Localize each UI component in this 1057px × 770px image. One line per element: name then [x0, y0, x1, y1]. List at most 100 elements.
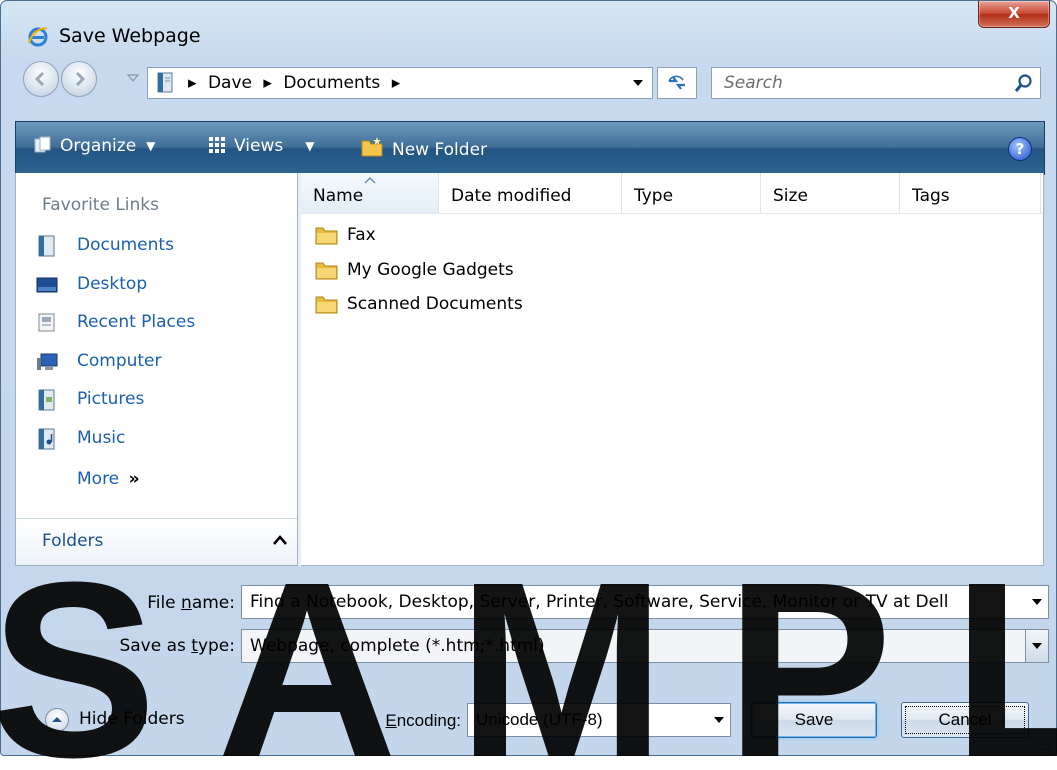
organize-chevron-down-icon: ▼	[146, 139, 156, 153]
chevron-down-icon	[1032, 643, 1042, 649]
computer-icon	[37, 353, 58, 370]
favorite-links-heading: Favorite Links	[42, 195, 160, 215]
favorite-link-pictures[interactable]: Pictures	[16, 385, 286, 424]
new-folder-icon	[361, 137, 383, 157]
file-list-pane: Name Date modified Type Size Tags Fax My…	[301, 173, 1044, 566]
label-text: File	[147, 593, 182, 613]
save-webpage-dialog: Save Webpage X ▸ Dave ▸ Documents ▸ Sear…	[0, 0, 1057, 756]
refresh-icon	[668, 75, 685, 90]
column-header-row: Name Date modified Type Size Tags	[301, 173, 1043, 214]
breadcrumb-separator-icon[interactable]: ▸	[263, 73, 272, 93]
folder-icon	[315, 227, 338, 245]
favorite-link-recent-places[interactable]: Recent Places	[16, 308, 286, 347]
chevron-up-icon[interactable]	[272, 533, 288, 547]
views-label: Views	[234, 136, 284, 156]
favorite-link-label: Pictures	[77, 389, 145, 409]
folder-icon	[315, 296, 338, 314]
cancel-button[interactable]: Cancel	[901, 702, 1029, 738]
close-button[interactable]: X	[978, 1, 1050, 28]
favorite-link-computer[interactable]: Computer	[16, 347, 286, 386]
encoding-select[interactable]: Unicode (UTF-8)	[467, 703, 731, 737]
folders-toggle-bar[interactable]: Folders	[16, 518, 298, 565]
organize-menu[interactable]: Organize ▼	[34, 136, 155, 156]
label-text: ype:	[197, 636, 235, 656]
file-name-dropdown-button[interactable]	[1026, 586, 1048, 618]
column-header-name[interactable]: Name	[301, 173, 439, 213]
column-header-tags[interactable]: Tags	[900, 173, 1041, 213]
column-label: Type	[634, 186, 674, 206]
save-as-type-dropdown-button[interactable]	[1025, 630, 1048, 662]
access-key: n	[181, 593, 192, 613]
file-name-label: File name:	[101, 593, 235, 613]
double-chevron-right-icon: »	[128, 469, 140, 489]
forward-button[interactable]	[61, 61, 97, 97]
internet-explorer-icon	[28, 27, 48, 47]
encoding-label: Encoding:	[373, 711, 461, 731]
save-button[interactable]: Save	[751, 702, 877, 738]
search-input[interactable]	[712, 68, 1014, 98]
favorite-link-label: Recent Places	[77, 312, 196, 332]
resize-grip-icon[interactable]	[1040, 739, 1052, 751]
column-header-type[interactable]: Type	[622, 173, 761, 213]
save-as-type-select[interactable]: Webpage, complete (*.htm;*.html)	[241, 629, 1049, 663]
views-grid-icon	[209, 137, 225, 153]
breadcrumb-documents[interactable]: Documents	[283, 73, 380, 93]
label-text: ncoding:	[396, 711, 461, 730]
new-folder-button[interactable]: New Folder	[360, 136, 487, 160]
file-name-value[interactable]: Find a Notebook, Desktop, Server, Printe…	[250, 592, 948, 612]
documents-icon	[38, 235, 55, 257]
encoding-value: Unicode (UTF-8)	[476, 710, 603, 729]
access-key: t	[191, 636, 198, 656]
folders-label: Folders	[42, 531, 104, 551]
title-bar: Save Webpage X	[1, 1, 1056, 51]
breadcrumb-dave[interactable]: Dave	[208, 73, 252, 93]
favorite-link-label: Desktop	[77, 273, 148, 294]
window-title: Save Webpage	[59, 25, 201, 47]
column-header-date-modified[interactable]: Date modified	[439, 173, 622, 213]
chevron-up-circle-icon	[45, 708, 69, 732]
navigation-pane: Favorite Links Documents Desktop Recent …	[15, 173, 298, 566]
favorite-links-list: Documents Desktop Recent Places Computer…	[16, 231, 286, 462]
favorite-link-desktop[interactable]: Desktop	[16, 270, 286, 309]
views-chevron-down-icon: ▼	[305, 139, 315, 153]
save-as-type-label: Save as type:	[81, 636, 235, 656]
views-menu[interactable]: Views ▼	[208, 136, 314, 156]
recent-places-icon	[38, 313, 55, 332]
new-folder-label: New Folder	[392, 140, 488, 160]
cancel-label: Cancel	[905, 706, 1025, 734]
breadcrumb-separator-icon[interactable]: ▸	[188, 73, 197, 93]
access-key: E	[385, 711, 397, 730]
forward-arrow-icon	[75, 71, 86, 87]
column-label: Name	[313, 186, 364, 206]
chevron-down-icon	[714, 717, 724, 723]
favorite-link-label: Documents	[77, 235, 174, 255]
column-header-size[interactable]: Size	[761, 173, 900, 213]
favorite-link-label: Computer	[77, 350, 162, 371]
recent-pages-dropdown-icon[interactable]	[126, 71, 140, 85]
file-name: Scanned Documents	[347, 294, 523, 314]
address-dropdown-icon[interactable]	[632, 78, 644, 88]
organize-icon	[34, 136, 51, 153]
breadcrumb: ▸ Dave ▸ Documents ▸	[188, 73, 406, 93]
encoding-dropdown-button[interactable]	[708, 704, 730, 736]
column-label: Date modified	[451, 186, 572, 206]
favorite-link-documents[interactable]: Documents	[16, 231, 286, 270]
back-arrow-icon	[34, 71, 45, 87]
save-as-type-value: Webpage, complete (*.htm;*.html)	[250, 636, 545, 656]
label-text: ame:	[191, 593, 235, 613]
file-name-field[interactable]: Find a Notebook, Desktop, Server, Printe…	[241, 585, 1049, 619]
back-button[interactable]	[23, 61, 59, 97]
search-box[interactable]	[711, 67, 1041, 99]
file-name: My Google Gadgets	[347, 259, 514, 280]
label-text: Save as	[119, 636, 192, 656]
hide-folders-label: Hide Folders	[79, 709, 185, 729]
more-links-button[interactable]: More »	[77, 469, 140, 489]
refresh-button[interactable]	[657, 67, 697, 99]
address-bar[interactable]: ▸ Dave ▸ Documents ▸	[147, 67, 653, 99]
search-icon[interactable]	[1014, 73, 1034, 93]
favorite-link-music[interactable]: Music	[16, 424, 286, 463]
help-icon[interactable]: ?	[1008, 137, 1032, 161]
folder-icon	[315, 262, 338, 279]
breadcrumb-separator-icon[interactable]: ▸	[392, 73, 401, 93]
favorite-link-label: Music	[77, 427, 126, 448]
